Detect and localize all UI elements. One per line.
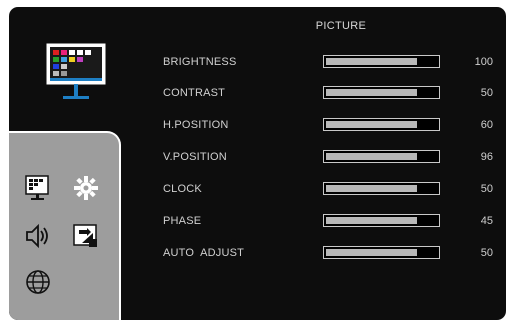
item-value: 50 (480, 247, 493, 259)
item-label: CONTRAST (163, 87, 226, 99)
item-label: PHASE (163, 215, 202, 227)
level-bar[interactable] (323, 55, 440, 68)
menu-item-v-position[interactable]: V.POSITION 96 (163, 147, 503, 167)
menu-item-clock[interactable]: CLOCK 50 (163, 179, 503, 199)
menu-item-h-position[interactable]: H.POSITION 60 (163, 115, 503, 135)
item-value: 100 (474, 56, 493, 68)
level-bar[interactable] (323, 86, 440, 99)
level-bar[interactable] (323, 182, 440, 195)
osd-menu: PICTURE BRIGHTNESS 100 CONTRAST 50 H.POS… (9, 7, 506, 320)
item-value: 60 (480, 119, 493, 131)
menu-item-brightness[interactable]: BRIGHTNESS 100 (163, 52, 503, 72)
level-fill (326, 217, 417, 224)
menu-item-contrast[interactable]: CONTRAST 50 (163, 83, 503, 103)
level-fill (326, 89, 417, 96)
level-fill (326, 58, 417, 65)
level-fill (326, 153, 417, 160)
item-value: 50 (480, 87, 493, 99)
level-bar[interactable] (323, 214, 440, 227)
language-globe-icon[interactable] (23, 267, 53, 297)
menu-title: PICTURE (315, 20, 367, 32)
sidebar (9, 131, 121, 320)
current-menu-header (9, 7, 119, 132)
level-fill (326, 121, 417, 128)
level-fill (326, 249, 417, 256)
picture-icon[interactable] (23, 173, 53, 203)
level-fill (326, 185, 417, 192)
level-bar[interactable] (323, 246, 440, 259)
level-bar[interactable] (323, 118, 440, 131)
audio-speaker-icon[interactable] (23, 221, 53, 251)
menu-item-phase[interactable]: PHASE 45 (163, 211, 503, 231)
item-label: V.POSITION (163, 151, 227, 163)
item-label: BRIGHTNESS (163, 56, 237, 68)
item-value: 50 (480, 183, 493, 195)
picture-menu-icon (46, 43, 106, 99)
menu-item-auto-adjust[interactable]: AUTO ADJUST 50 (163, 243, 503, 263)
settings-gear-icon[interactable] (71, 173, 101, 203)
level-bar[interactable] (323, 150, 440, 163)
item-label: CLOCK (163, 183, 202, 195)
item-label: AUTO ADJUST (163, 247, 245, 259)
item-label: H.POSITION (163, 119, 229, 131)
input-source-icon[interactable] (71, 221, 101, 251)
item-value: 96 (480, 151, 493, 163)
item-value: 45 (480, 215, 493, 227)
